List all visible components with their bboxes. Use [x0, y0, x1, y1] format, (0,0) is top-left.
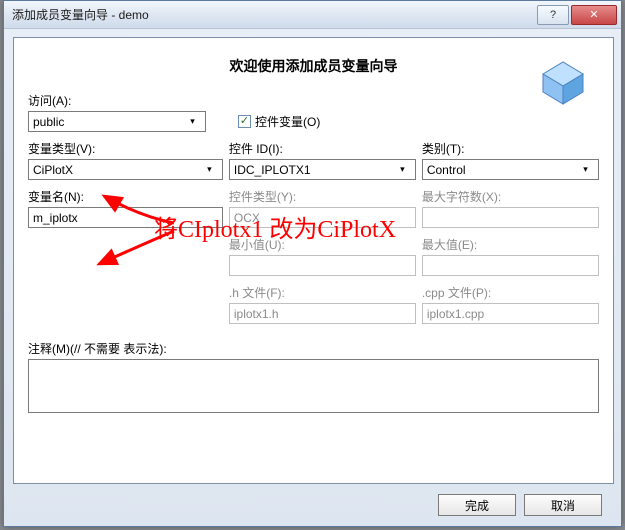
- client-area: 欢迎使用添加成员变量向导 访问(A): public ▾ ✓ 控件变量(O): [13, 37, 614, 484]
- chevron-down-icon: ▾: [577, 161, 594, 178]
- var-name-input[interactable]: m_iplotx: [28, 207, 223, 228]
- max-chars-field: [422, 207, 599, 228]
- wizard-window: 添加成员变量向导 - demo ? ✕ 欢迎使用添加成员变量向导 访问(A): …: [3, 0, 622, 527]
- control-var-label: 控件变量(O): [255, 113, 320, 130]
- class-type-combo[interactable]: Control ▾: [422, 159, 599, 180]
- title-bar: 添加成员变量向导 - demo ? ✕: [4, 1, 621, 29]
- help-button[interactable]: ?: [537, 5, 569, 25]
- class-type-label: 类别(T):: [422, 140, 599, 157]
- control-type-field: OCX: [229, 207, 416, 228]
- button-bar: 完成 取消: [13, 491, 614, 519]
- cube-icon: [533, 56, 593, 108]
- hero: 欢迎使用添加成员变量向导: [14, 38, 613, 86]
- chevron-down-icon: ▾: [184, 113, 201, 130]
- var-type-value: CiPlotX: [33, 163, 73, 177]
- min-val-field: [229, 255, 416, 276]
- window-controls: ? ✕: [535, 5, 617, 25]
- form-area: 访问(A): public ▾ ✓ 控件变量(O) 变量类型(V): 控件 ID…: [14, 86, 613, 413]
- close-button[interactable]: ✕: [571, 5, 617, 25]
- max-val-field: [422, 255, 599, 276]
- var-type-label: 变量类型(V):: [28, 140, 223, 157]
- finish-button[interactable]: 完成: [438, 494, 516, 516]
- control-id-combo[interactable]: IDC_IPLOTX1 ▾: [229, 159, 416, 180]
- cancel-button[interactable]: 取消: [524, 494, 602, 516]
- var-name-value: m_iplotx: [33, 211, 78, 225]
- control-id-label: 控件 ID(I):: [229, 140, 416, 157]
- min-val-label: 最小值(U):: [229, 236, 416, 253]
- chevron-down-icon: ▾: [201, 161, 218, 178]
- window-title: 添加成员变量向导 - demo: [12, 6, 535, 23]
- access-value: public: [33, 115, 64, 129]
- control-id-value: IDC_IPLOTX1: [234, 163, 311, 177]
- access-combo[interactable]: public ▾: [28, 111, 206, 132]
- h-file-label: .h 文件(F):: [229, 284, 416, 301]
- max-chars-label: 最大字符数(X):: [422, 188, 599, 205]
- class-type-value: Control: [427, 163, 466, 177]
- cpp-file-field: iplotx1.cpp: [422, 303, 599, 324]
- max-val-label: 最大值(E):: [422, 236, 599, 253]
- cpp-file-label: .cpp 文件(P):: [422, 284, 599, 301]
- access-label: 访问(A):: [28, 92, 599, 109]
- chevron-down-icon: ▾: [394, 161, 411, 178]
- comment-input[interactable]: [28, 359, 599, 413]
- h-file-field: iplotx1.h: [229, 303, 416, 324]
- var-type-combo[interactable]: CiPlotX ▾: [28, 159, 223, 180]
- control-var-checkbox[interactable]: ✓: [238, 115, 251, 128]
- control-type-label: 控件类型(Y):: [229, 188, 416, 205]
- var-name-label: 变量名(N):: [28, 188, 223, 205]
- hero-title: 欢迎使用添加成员变量向导: [230, 58, 398, 74]
- comment-label: 注释(M)(// 不需要 表示法):: [28, 340, 599, 357]
